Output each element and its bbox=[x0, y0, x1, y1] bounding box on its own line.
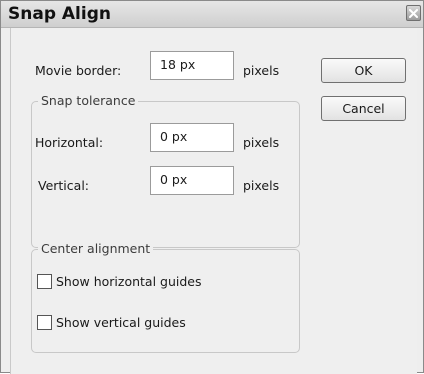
movie-border-input[interactable]: 18 px bbox=[150, 51, 234, 80]
show-vertical-guides-label[interactable]: Show vertical guides bbox=[56, 315, 186, 330]
ok-button[interactable]: OK bbox=[321, 58, 406, 83]
title-bar[interactable]: Snap Align bbox=[1, 1, 423, 28]
movie-border-unit: pixels bbox=[243, 63, 280, 78]
horizontal-label: Horizontal: bbox=[35, 135, 104, 150]
vertical-unit: pixels bbox=[243, 178, 280, 193]
vertical-label: Vertical: bbox=[38, 178, 90, 193]
horizontal-tolerance-input[interactable]: 0 px bbox=[150, 123, 234, 152]
close-icon bbox=[409, 9, 418, 18]
vertical-tolerance-input[interactable]: 0 px bbox=[150, 166, 234, 195]
dialog-body: Movie border: 18 px pixels OK Cancel Sna… bbox=[10, 28, 417, 374]
show-horizontal-guides-row[interactable]: Show horizontal guides bbox=[37, 274, 202, 289]
center-alignment-legend: Center alignment bbox=[38, 241, 154, 256]
show-horizontal-guides-label[interactable]: Show horizontal guides bbox=[56, 274, 202, 289]
center-alignment-group: Center alignment bbox=[31, 241, 300, 353]
cancel-button[interactable]: Cancel bbox=[321, 96, 406, 121]
snap-align-dialog: Snap Align Movie border: 18 px pixels OK… bbox=[0, 0, 424, 374]
show-vertical-guides-row[interactable]: Show vertical guides bbox=[37, 315, 186, 330]
horizontal-unit: pixels bbox=[243, 135, 280, 150]
dialog-title: Snap Align bbox=[8, 4, 111, 24]
close-button[interactable] bbox=[406, 5, 421, 21]
snap-tolerance-legend: Snap tolerance bbox=[38, 93, 139, 108]
movie-border-label: Movie border: bbox=[35, 63, 122, 78]
show-vertical-guides-checkbox[interactable] bbox=[37, 315, 52, 330]
show-horizontal-guides-checkbox[interactable] bbox=[37, 274, 52, 289]
